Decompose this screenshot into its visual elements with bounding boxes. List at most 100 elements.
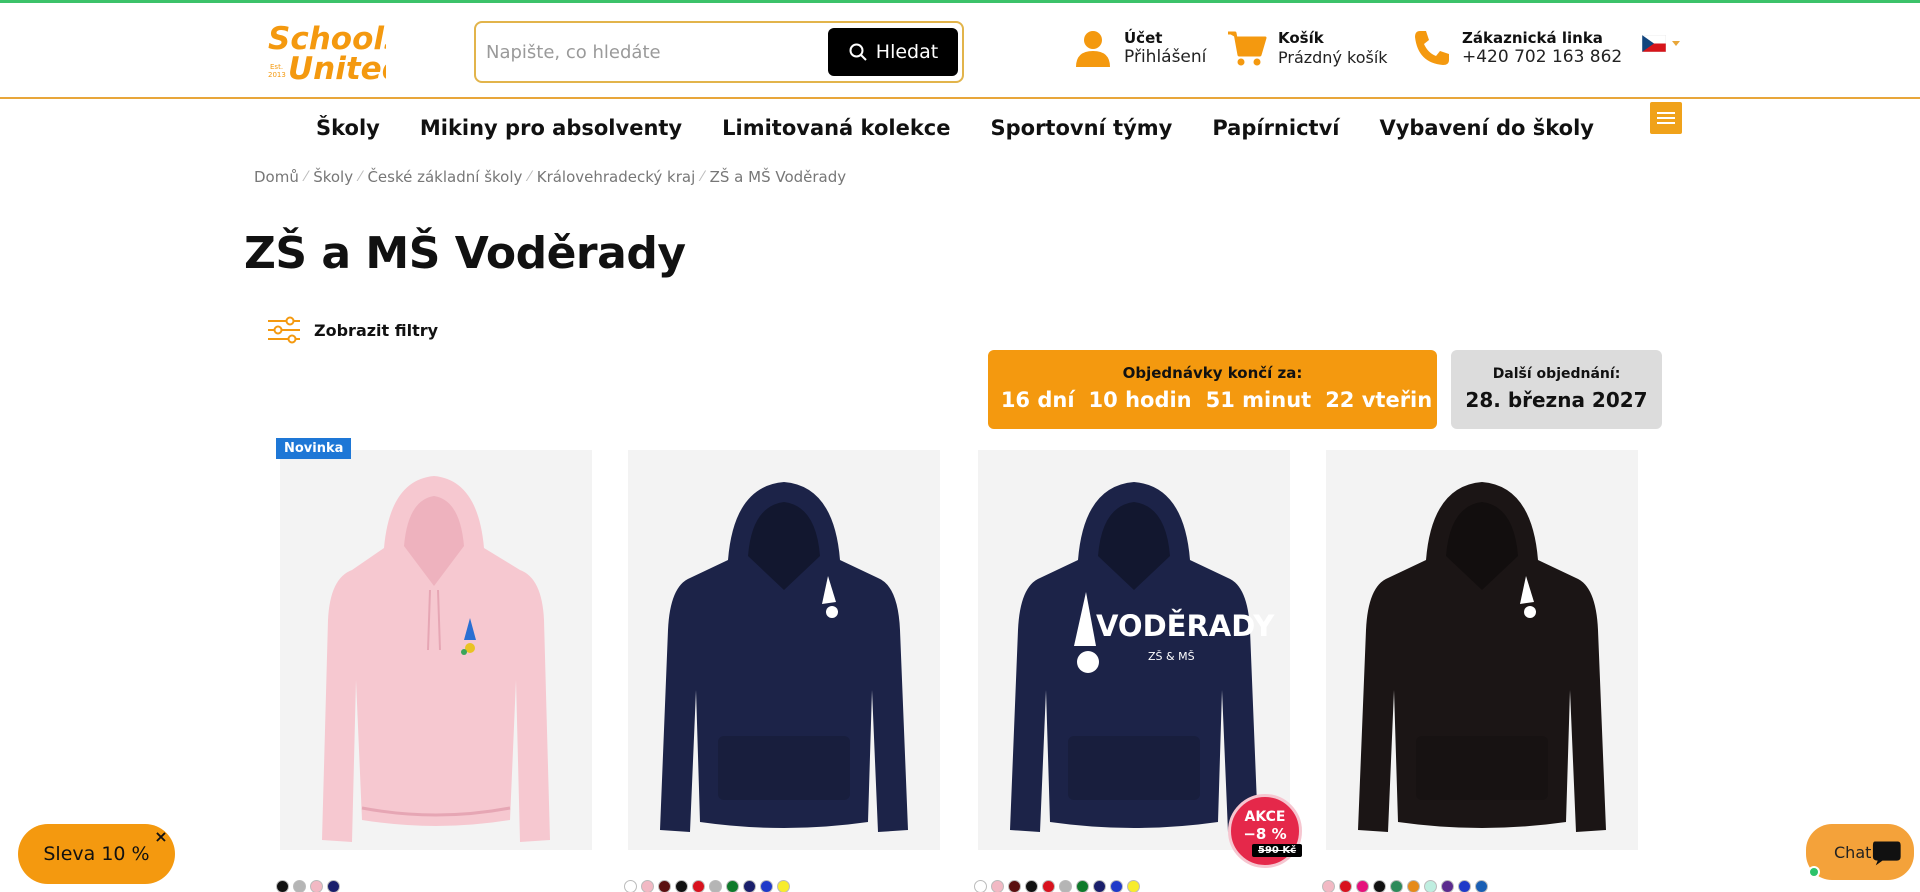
- chat-button[interactable]: Chat: [1806, 824, 1914, 880]
- color-swatch[interactable]: [310, 880, 323, 892]
- color-swatch[interactable]: [624, 880, 637, 892]
- breadcrumb-kralovehradecky-kraj[interactable]: Královehradecký kraj: [537, 168, 696, 186]
- navy-hoodie-image: [628, 450, 940, 850]
- color-swatch[interactable]: [1441, 880, 1454, 892]
- account-link[interactable]: Účet Přihlášení: [1072, 27, 1206, 69]
- color-swatch[interactable]: [293, 880, 306, 892]
- logo-graphic: Schools United Est. 2013: [268, 21, 405, 87]
- breadcrumb-separator: ⁄: [304, 169, 308, 185]
- color-swatch[interactable]: [1127, 880, 1140, 892]
- nav-item-skoly[interactable]: Školy: [296, 108, 400, 150]
- color-swatch[interactable]: [1458, 880, 1471, 892]
- page-title: ZŠ a MŠ Voděrady: [244, 228, 686, 279]
- sale-percent: −8 %: [1243, 825, 1287, 843]
- color-swatch[interactable]: [1059, 880, 1072, 892]
- color-swatch[interactable]: [1373, 880, 1386, 892]
- breadcrumb-separator: ⁄: [359, 169, 362, 185]
- support-phone: +420 702 163 862: [1462, 46, 1623, 67]
- color-swatch[interactable]: [675, 880, 688, 892]
- user-icon: [1076, 31, 1110, 67]
- breadcrumb-ceske-zakladni-skoly[interactable]: České základní školy: [367, 168, 522, 186]
- product-image: VODĚRADY ZŠ & MŠ: [978, 450, 1290, 850]
- color-swatch[interactable]: [726, 880, 739, 892]
- breadcrumb-separator: ⁄: [528, 169, 531, 185]
- color-swatch[interactable]: [276, 880, 289, 892]
- color-swatch[interactable]: [743, 880, 756, 892]
- color-swatch[interactable]: [1093, 880, 1106, 892]
- breadcrumb-current: ZŠ a MŠ Voděrady: [709, 168, 847, 186]
- product-card[interactable]: [618, 438, 948, 892]
- search-icon: [849, 43, 867, 61]
- cart-link[interactable]: Košík Prázdný košík: [1226, 27, 1388, 69]
- support-title: Zákaznická linka: [1462, 28, 1603, 47]
- color-swatch[interactable]: [974, 880, 987, 892]
- color-swatch[interactable]: [1008, 880, 1021, 892]
- svg-text:United: United: [288, 51, 386, 85]
- main-navigation: Školy Mikiny pro absolventy Limitovaná k…: [0, 108, 1920, 150]
- color-swatches: [1322, 880, 1488, 892]
- color-swatch[interactable]: [1322, 880, 1335, 892]
- color-swatch[interactable]: [641, 880, 654, 892]
- color-swatch[interactable]: [1110, 880, 1123, 892]
- chevron-down-icon: [1672, 41, 1680, 46]
- print-subtext: ZŠ & MŠ: [1148, 650, 1195, 663]
- chat-label: Chat: [1834, 842, 1872, 862]
- color-swatch[interactable]: [709, 880, 722, 892]
- color-swatch[interactable]: [1407, 880, 1420, 892]
- color-swatch[interactable]: [1339, 880, 1352, 892]
- breadcrumb-separator: ⁄: [701, 169, 704, 185]
- search-input[interactable]: [486, 33, 826, 71]
- show-filters-button[interactable]: Zobrazit filtry: [266, 316, 438, 344]
- nav-item-vybaveni[interactable]: Vybavení do školy: [1359, 108, 1614, 150]
- search-button[interactable]: Hledat: [828, 28, 958, 76]
- color-swatch[interactable]: [1076, 880, 1089, 892]
- color-swatch[interactable]: [1424, 880, 1437, 892]
- cart-title: Košík: [1278, 28, 1324, 47]
- color-swatch[interactable]: [1025, 880, 1038, 892]
- countdown-label: Objednávky končí za:: [1122, 364, 1303, 382]
- filter-sliders-icon: [268, 316, 300, 344]
- show-filters-label: Zobrazit filtry: [314, 320, 439, 340]
- old-price: 590 Kč: [1252, 844, 1303, 857]
- chat-bubble-icon: [1873, 841, 1902, 866]
- close-icon[interactable]: ×: [152, 828, 170, 846]
- product-card[interactable]: [1316, 438, 1646, 892]
- color-swatch[interactable]: [1390, 880, 1403, 892]
- countdown-hours: 10 hodin: [1088, 388, 1192, 412]
- order-countdown: Objednávky končí za: 16 dní 10 hodin 51 …: [988, 350, 1437, 429]
- color-swatch[interactable]: [692, 880, 705, 892]
- countdown-minutes: 51 minut: [1205, 388, 1312, 412]
- breadcrumb-skoly[interactable]: Školy: [313, 168, 353, 186]
- phone-icon: [1415, 31, 1449, 65]
- support-line[interactable]: Zákaznická linka +420 702 163 862: [1410, 27, 1622, 69]
- nav-item-limitovana-kolekce[interactable]: Limitovaná kolekce: [702, 108, 970, 150]
- language-switcher[interactable]: [1642, 35, 1680, 52]
- hamburger-menu-icon[interactable]: [1650, 102, 1682, 134]
- color-swatch[interactable]: [1042, 880, 1055, 892]
- countdown-seconds: 22 vteřin: [1325, 388, 1433, 412]
- nav-item-sportovni-tymy[interactable]: Sportovní týmy: [970, 108, 1192, 150]
- color-swatch[interactable]: [327, 880, 340, 892]
- next-order-box: Další objednání: 28. března 2027: [1451, 350, 1662, 429]
- color-swatches: [974, 880, 1140, 892]
- breadcrumb-home[interactable]: Domů: [254, 168, 299, 186]
- color-swatch[interactable]: [991, 880, 1004, 892]
- color-swatches: [276, 880, 340, 892]
- black-hoodie-image: [1326, 450, 1638, 850]
- cart-subtitle: Prázdný košík: [1278, 47, 1388, 67]
- product-image: [1326, 450, 1638, 850]
- nav-item-mikiny[interactable]: Mikiny pro absolventy: [400, 108, 702, 150]
- schools-united-logo[interactable]: Schools United Est. 2013: [264, 19, 405, 87]
- color-swatch[interactable]: [777, 880, 790, 892]
- countdown-days: 16 dní: [1000, 388, 1075, 412]
- color-swatch[interactable]: [658, 880, 671, 892]
- color-swatch[interactable]: [760, 880, 773, 892]
- breadcrumb: Domů ⁄ Školy ⁄ České základní školy ⁄ Kr…: [254, 168, 846, 186]
- search-button-label: Hledat: [875, 41, 939, 63]
- color-swatch[interactable]: [1475, 880, 1488, 892]
- color-swatch[interactable]: [1356, 880, 1369, 892]
- product-card[interactable]: Novinka: [270, 438, 600, 892]
- cart-icon: [1228, 31, 1267, 66]
- next-order-label: Další objednání:: [1492, 366, 1621, 382]
- nav-item-papirnictvi[interactable]: Papírnictví: [1192, 108, 1359, 150]
